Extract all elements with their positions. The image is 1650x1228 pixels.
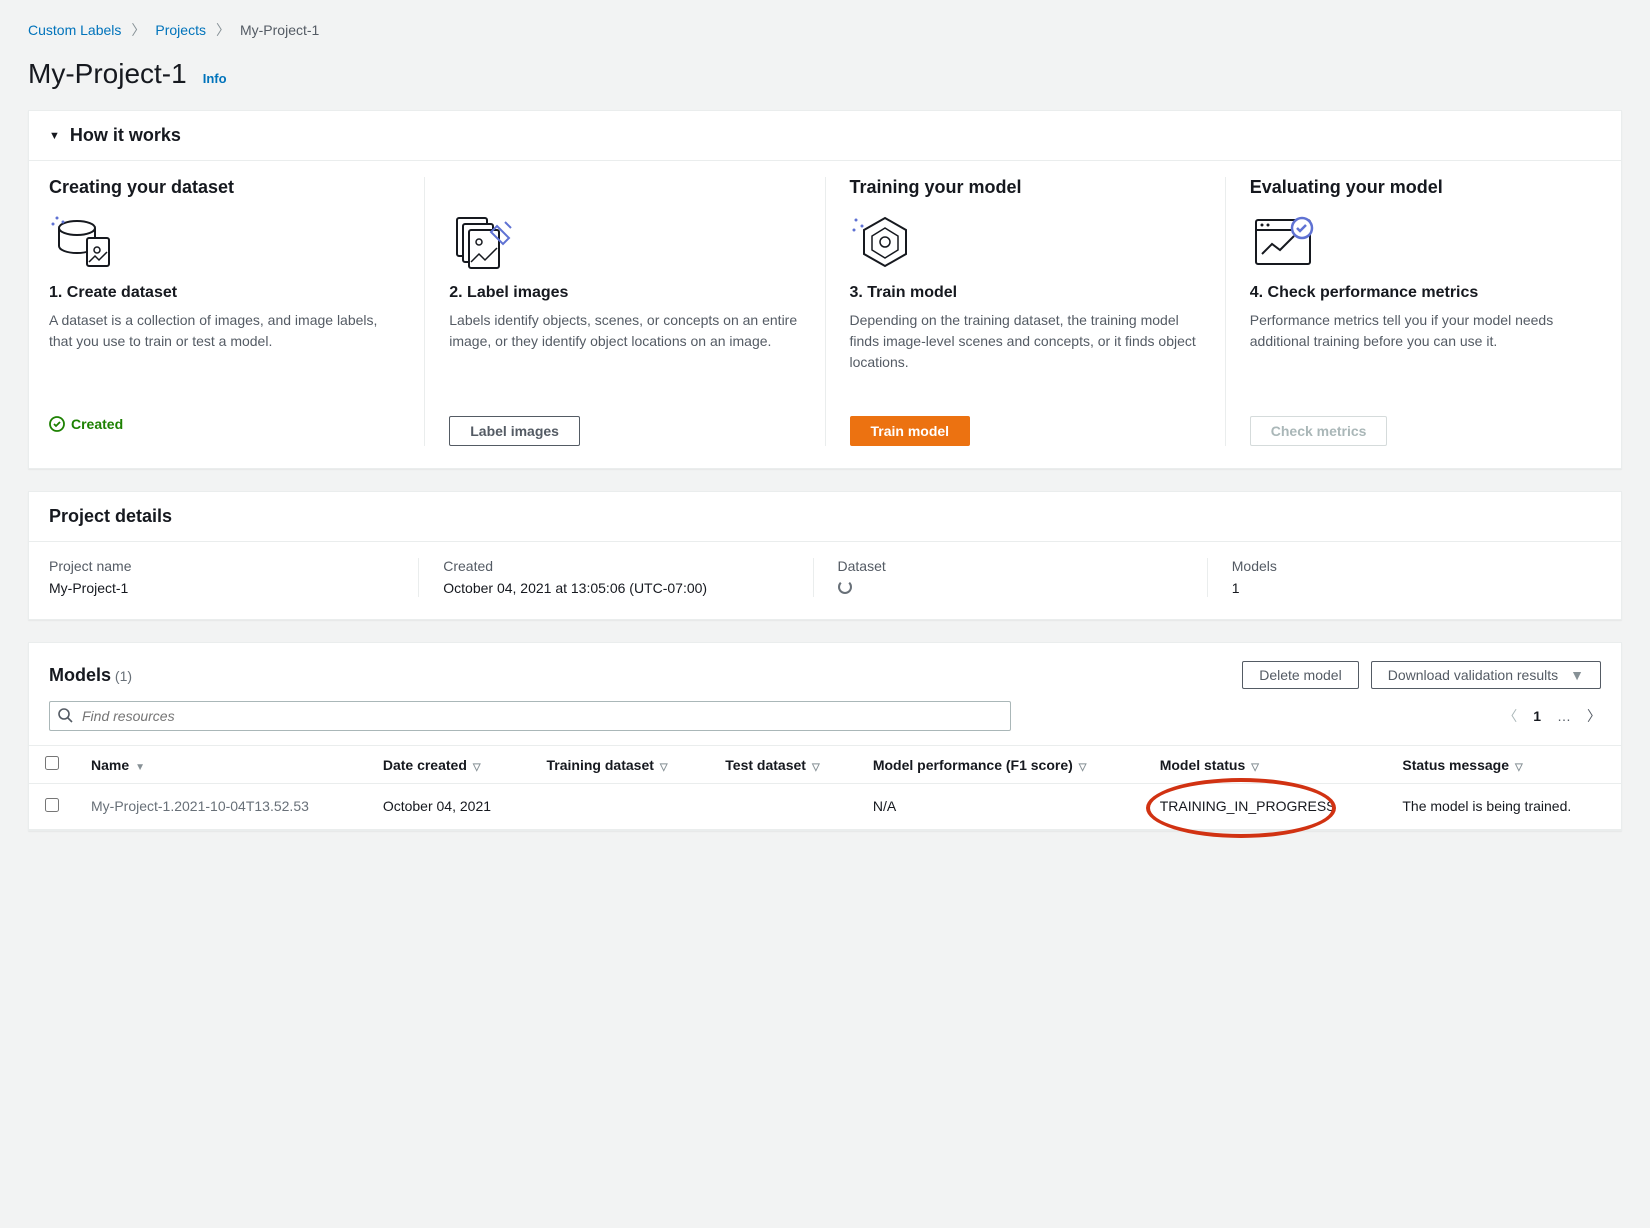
col-status[interactable]: Model status▽ [1144,746,1387,784]
created-status: Created [49,416,400,432]
chevron-right-icon: 〉 [216,20,230,40]
models-label: Models [1232,558,1577,574]
created-value: October 04, 2021 at 13:05:06 (UTC-07:00) [443,580,788,596]
col-test-ds[interactable]: Test dataset▽ [709,746,857,784]
breadcrumb-current: My-Project-1 [240,22,319,38]
step3-title: 3. Train model [850,284,1201,302]
select-all-checkbox[interactable] [45,756,59,770]
train-model-icon [850,212,920,274]
col-performance[interactable]: Model performance (F1 score)▽ [857,746,1144,784]
evaluating-heading: Evaluating your model [1250,177,1601,198]
train-model-button[interactable]: Train model [850,416,971,446]
label-images-button[interactable]: Label images [449,416,580,446]
how-it-works-title: How it works [70,125,181,146]
col-date[interactable]: Date created▽ [367,746,531,784]
chevron-right-icon: 〉 [131,20,145,40]
loading-spinner-icon [838,580,852,594]
model-message: The model is being trained. [1386,784,1621,830]
download-validation-button[interactable]: Download validation results ▼ [1371,661,1601,689]
sort-icon: ▽ [473,762,481,773]
search-icon [57,707,73,726]
sort-icon: ▽ [660,762,668,773]
model-name-link[interactable]: My-Project-1.2021-10-04T13.52.53 [75,784,367,830]
model-date: October 04, 2021 [367,784,531,830]
breadcrumb-link-projects[interactable]: Projects [155,22,206,38]
metrics-icon [1250,212,1320,274]
caret-down-icon: ▼ [1570,667,1584,683]
project-name-label: Project name [49,558,394,574]
page-number[interactable]: 1 [1533,708,1541,724]
models-count: (1) [115,668,132,684]
breadcrumb-link-custom-labels[interactable]: Custom Labels [28,22,121,38]
model-status: TRAINING_IN_PROGRESS [1144,784,1387,830]
models-panel: Models (1) Delete model Download validat… [28,642,1622,831]
step2-title: 2. Label images [449,284,800,302]
prev-page-button[interactable]: 〈 [1503,706,1517,726]
dataset-icon [49,212,119,274]
breadcrumb: Custom Labels 〉 Projects 〉 My-Project-1 [28,20,1622,40]
page-more: … [1557,708,1571,724]
creating-dataset-heading: Creating your dataset [49,177,400,198]
model-test-ds [709,784,857,830]
search-input[interactable] [49,701,1011,731]
step2-desc: Labels identify objects, scenes, or conc… [449,310,800,398]
caret-down-icon: ▼ [49,130,60,142]
step3-desc: Depending on the training dataset, the t… [850,310,1201,398]
info-link[interactable]: Info [203,71,227,86]
sort-desc-icon: ▼ [135,762,145,773]
sort-icon: ▽ [1515,762,1523,773]
col-message[interactable]: Status message▽ [1386,746,1621,784]
delete-model-button[interactable]: Delete model [1242,661,1359,689]
table-row: My-Project-1.2021-10-04T13.52.53 October… [29,784,1621,830]
project-name-value: My-Project-1 [49,580,394,596]
col-training-ds[interactable]: Training dataset▽ [531,746,710,784]
models-value: 1 [1232,580,1577,596]
how-it-works-toggle[interactable]: ▼ How it works [29,111,1621,161]
step4-desc: Performance metrics tell you if your mod… [1250,310,1601,398]
check-circle-icon [49,416,65,432]
next-page-button[interactable]: 〉 [1587,706,1601,726]
sort-icon: ▽ [812,762,820,773]
project-details-panel: Project details Project name My-Project-… [28,491,1622,620]
check-metrics-button[interactable]: Check metrics [1250,416,1388,446]
step1-desc: A dataset is a collection of images, and… [49,310,400,398]
model-training-ds [531,784,710,830]
how-it-works-panel: ▼ How it works Creating your dataset 1. … [28,110,1622,469]
row-checkbox[interactable] [45,798,59,812]
models-table: Name▼ Date created▽ Training dataset▽ Te… [29,745,1621,830]
models-title: Models [49,665,111,685]
download-validation-label: Download validation results [1388,667,1558,683]
label-images-icon [449,212,519,274]
pagination: 〈 1 … 〉 [1503,706,1601,726]
page-title: My-Project-1 [28,58,187,90]
col-name[interactable]: Name▼ [75,746,367,784]
step1-title: 1. Create dataset [49,284,400,302]
project-details-title: Project details [49,506,172,526]
step4-title: 4. Check performance metrics [1250,284,1601,302]
sort-icon: ▽ [1079,762,1087,773]
created-label: Created [71,416,123,432]
training-heading: Training your model [850,177,1201,198]
dataset-label: Dataset [838,558,1183,574]
model-performance: N/A [857,784,1144,830]
created-label: Created [443,558,788,574]
sort-icon: ▽ [1251,762,1259,773]
